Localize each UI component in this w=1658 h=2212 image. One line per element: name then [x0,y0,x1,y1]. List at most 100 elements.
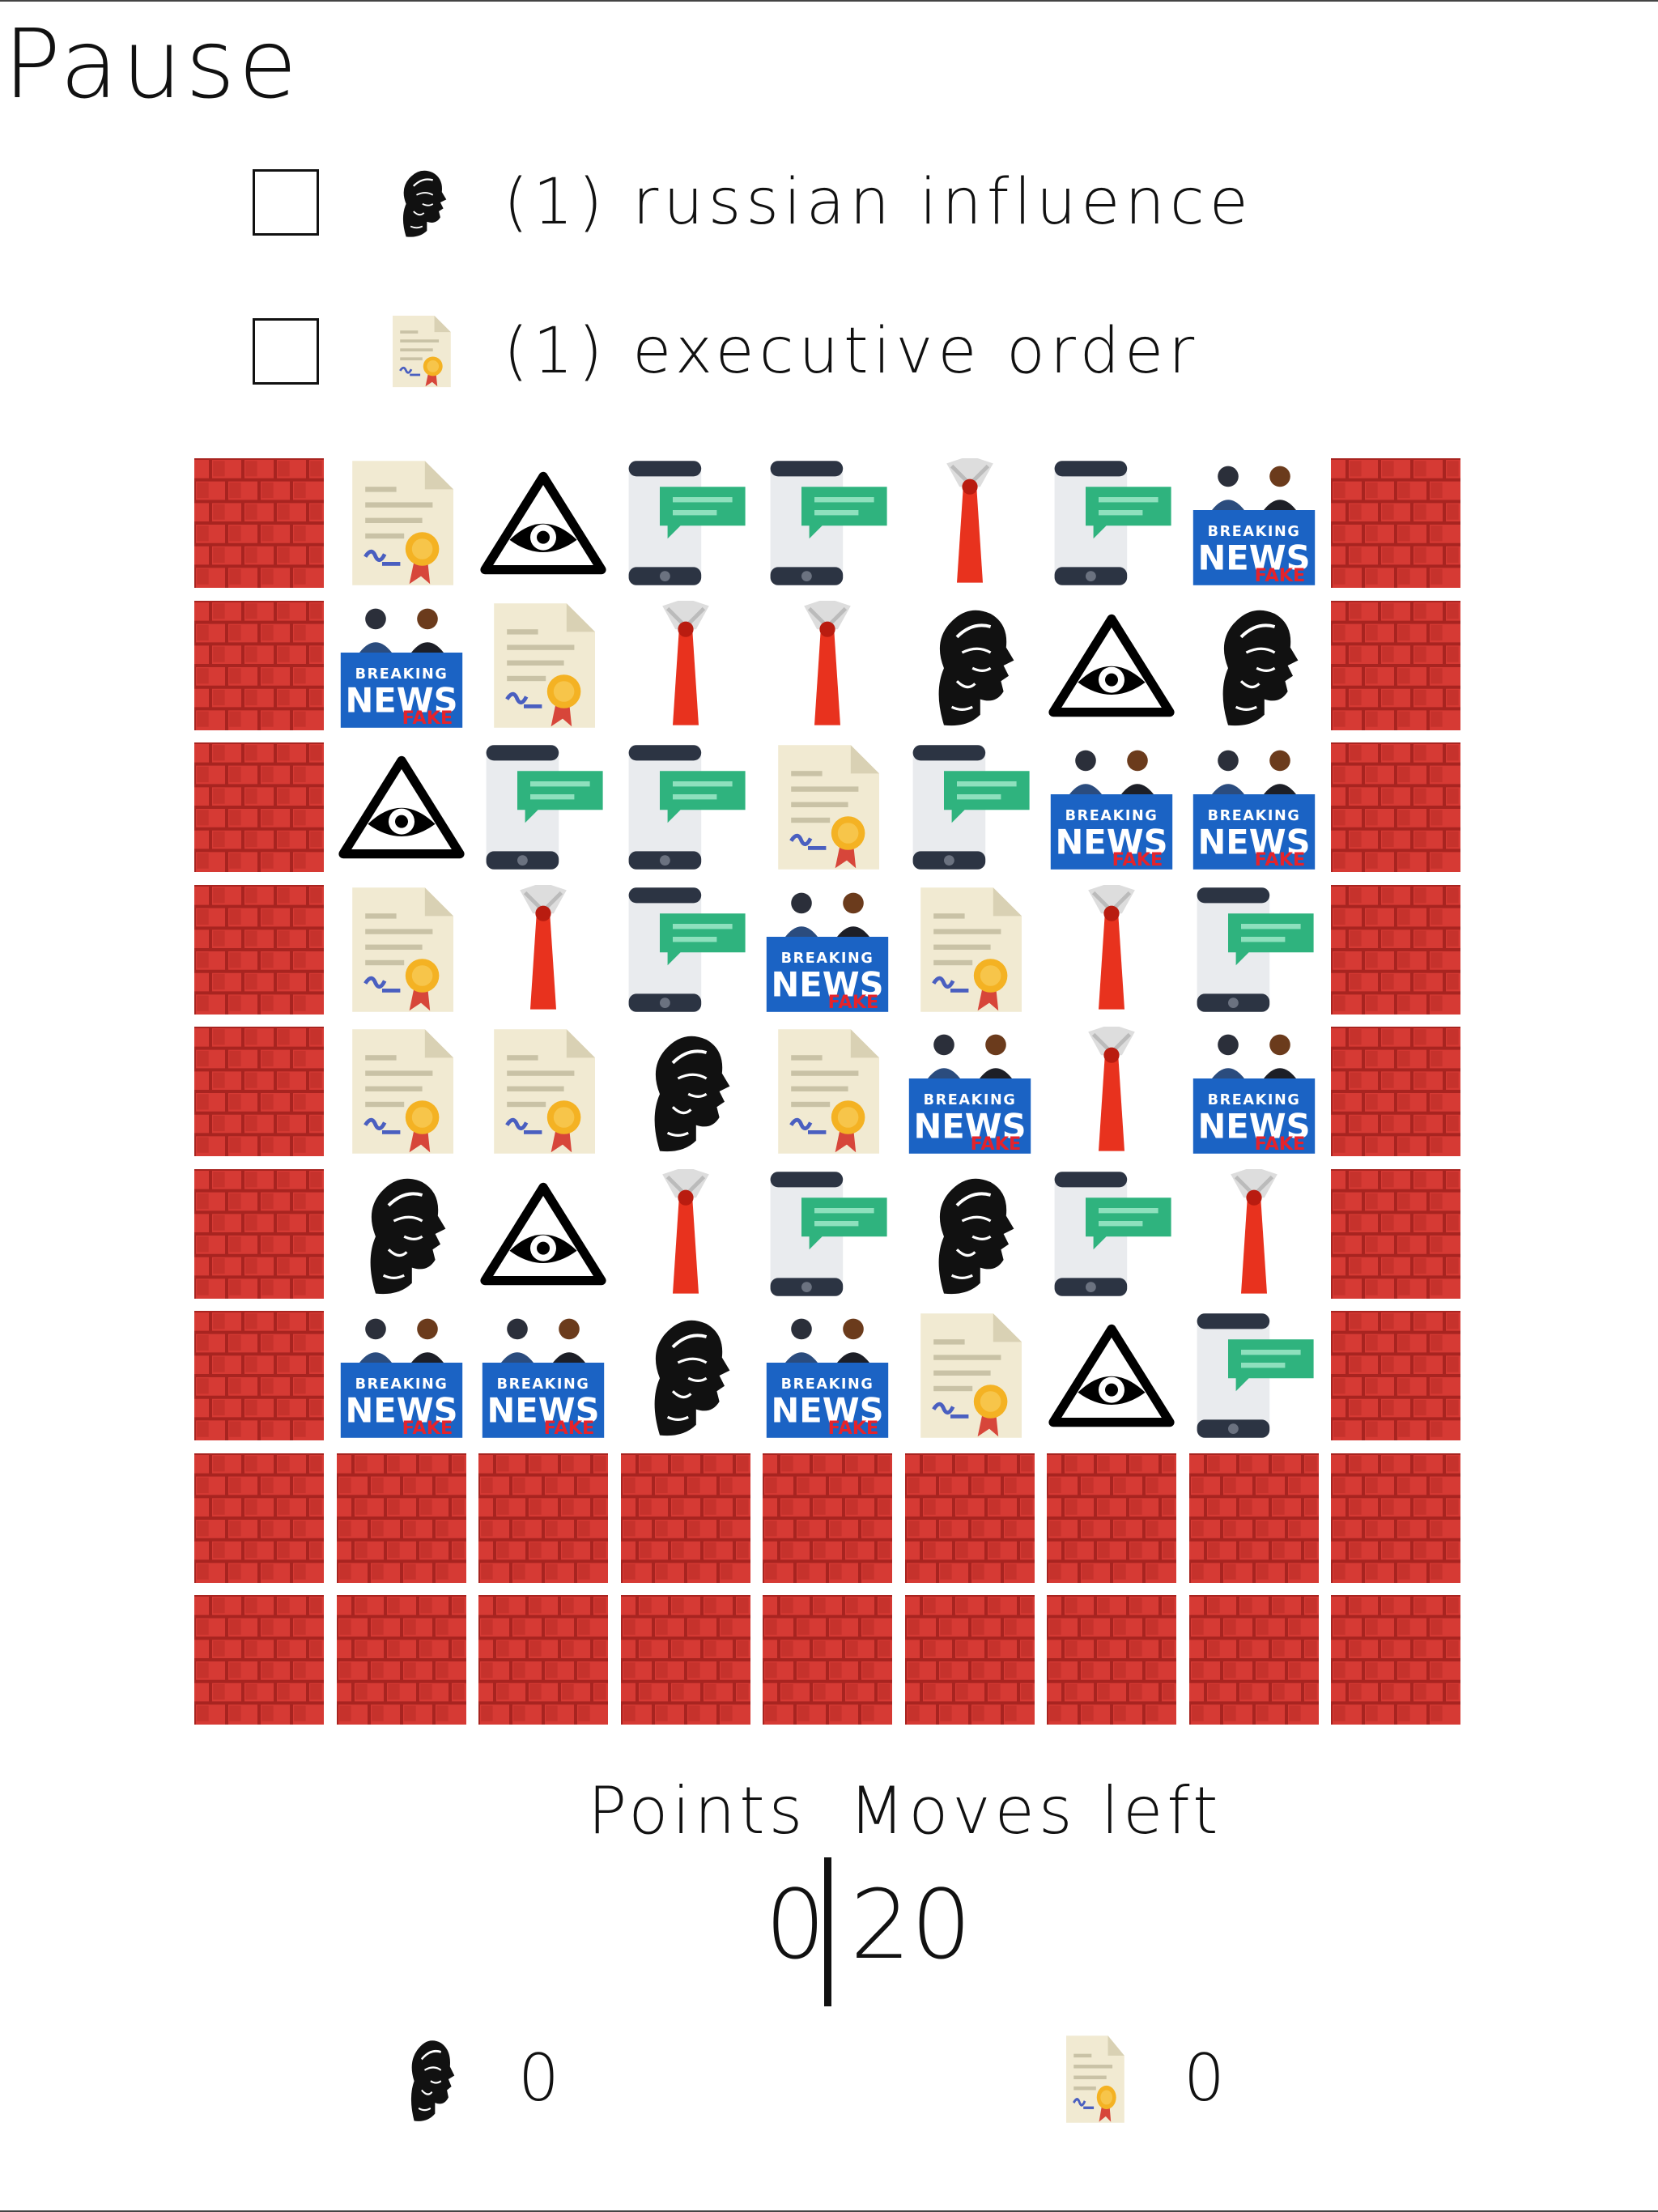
brick-wall-icon [194,1311,324,1440]
brick-wall-icon [1188,1453,1319,1583]
fake-news-icon[interactable]: BREAKING NEWS FAKE [478,1311,608,1440]
brick-wall-icon [763,1453,892,1583]
brick-wall-icon [1331,742,1460,872]
executive-order-icon[interactable] [478,1027,608,1156]
fake-news-icon[interactable]: BREAKING NEWS FAKE [337,1311,466,1440]
brick-wall-icon [194,600,324,730]
red-tie-icon[interactable] [478,884,608,1015]
phone-message-icon[interactable] [1047,1169,1176,1299]
executive-order-icon[interactable] [905,885,1035,1015]
brick-wall-icon [1331,600,1460,730]
brick-wall-icon [194,1595,324,1725]
red-tie-icon[interactable] [621,1168,750,1299]
svg-text:FAKE: FAKE [1254,565,1305,586]
goal-checkbox[interactable] [253,318,319,385]
fake-news-icon[interactable]: BREAKING NEWS FAKE [1047,742,1176,872]
red-tie-icon[interactable] [905,458,1035,588]
phone-message-icon[interactable] [1189,1311,1319,1440]
putin-icon[interactable] [905,601,1035,730]
putin-icon [402,170,447,237]
fake-news-icon[interactable]: BREAKING NEWS FAKE [763,885,892,1015]
executive-order-icon[interactable] [337,1027,466,1156]
all-seeing-eye-icon[interactable] [1047,601,1176,730]
brick-wall-icon [1331,458,1460,588]
fake-news-icon[interactable]: BREAKING NEWS FAKE [1189,458,1319,588]
brick-wall-icon [1047,1453,1176,1583]
goal-checkbox[interactable] [253,169,319,236]
all-seeing-eye-icon[interactable] [478,1169,608,1299]
all-seeing-eye-icon[interactable] [1047,1311,1176,1440]
phone-message-icon[interactable] [763,458,892,588]
score-labels: Points Moves left [588,1773,1222,1848]
brick-wall-icon [620,1595,750,1725]
executive-order-icon[interactable] [763,1027,892,1156]
executive-order-icon [1066,2035,1124,2123]
brick-wall-icon [1047,1595,1176,1725]
svg-text:FAKE: FAKE [970,1134,1021,1155]
brick-wall-icon [194,1453,324,1583]
putin-icon[interactable] [621,1311,750,1440]
putin-icon[interactable] [905,1169,1035,1299]
phone-message-icon[interactable] [905,742,1035,872]
putin-icon[interactable] [337,1169,466,1299]
executive-order-icon[interactable] [337,458,466,588]
fake-news-icon[interactable]: BREAKING NEWS FAKE [337,601,466,730]
brick-wall-icon [620,1453,750,1583]
brick-wall-icon [1331,1311,1460,1440]
svg-text:FAKE: FAKE [1254,849,1305,870]
phone-message-icon[interactable] [1189,885,1319,1015]
executive-order-icon[interactable] [478,601,608,730]
phone-message-icon[interactable] [621,742,750,872]
fake-news-icon[interactable]: BREAKING NEWS FAKE [905,1027,1035,1156]
brick-wall-icon [194,458,324,588]
phone-message-icon[interactable] [763,1169,892,1299]
brick-wall-icon [763,1595,892,1725]
brick-wall-icon [478,1453,608,1583]
putin-icon[interactable] [621,1027,750,1156]
red-tie-icon[interactable] [1189,1168,1319,1299]
points-value: 0 [764,1869,826,1980]
pause-button[interactable]: Pause [3,16,300,112]
svg-text:FAKE: FAKE [828,992,879,1013]
brick-wall-icon [478,1595,608,1725]
fake-news-icon[interactable]: BREAKING NEWS FAKE [1189,1027,1319,1156]
brick-wall-icon [904,1453,1035,1583]
executive-order-icon[interactable] [763,742,892,872]
all-seeing-eye-icon[interactable] [337,742,466,872]
executive-order-icon [393,315,451,388]
brick-wall-icon [194,1168,324,1299]
brick-wall-icon [194,884,324,1015]
phone-message-icon[interactable] [1047,458,1176,588]
phone-message-icon[interactable] [478,742,608,872]
brick-wall-icon [194,742,324,872]
fake-news-icon[interactable]: BREAKING NEWS FAKE [1189,742,1319,872]
brick-wall-icon [1331,1595,1460,1725]
red-tie-icon[interactable] [1047,1027,1176,1156]
red-tie-icon[interactable] [621,600,750,730]
red-tie-icon[interactable] [763,600,892,730]
putin-icon[interactable] [1189,601,1319,730]
phone-message-icon[interactable] [621,458,750,588]
fake-news-icon[interactable]: BREAKING NEWS FAKE [763,1311,892,1440]
brick-wall-icon [1331,884,1460,1015]
goal-label: (1) russian influence [504,166,1253,239]
executive-order-progress-count: 0 [1184,2040,1225,2116]
moves-left-value: 20 [850,1869,972,1980]
brick-wall-icon [904,1595,1035,1725]
executive-order-icon[interactable] [905,1311,1035,1440]
brick-wall-icon [1331,1027,1460,1156]
svg-text:FAKE: FAKE [402,1418,453,1439]
points-label: Points [588,1773,807,1848]
phone-message-icon[interactable] [621,885,750,1015]
executive-order-icon[interactable] [337,885,466,1015]
svg-text:FAKE: FAKE [828,1418,879,1439]
svg-text:FAKE: FAKE [402,708,453,729]
svg-text:FAKE: FAKE [544,1418,595,1439]
svg-text:FAKE: FAKE [1254,1134,1305,1155]
all-seeing-eye-icon[interactable] [478,458,608,588]
red-tie-icon[interactable] [1047,884,1176,1015]
putin-icon [410,2040,455,2121]
putin-progress-count: 0 [518,2040,559,2116]
brick-wall-icon [336,1453,466,1583]
brick-wall-icon [194,1027,324,1156]
